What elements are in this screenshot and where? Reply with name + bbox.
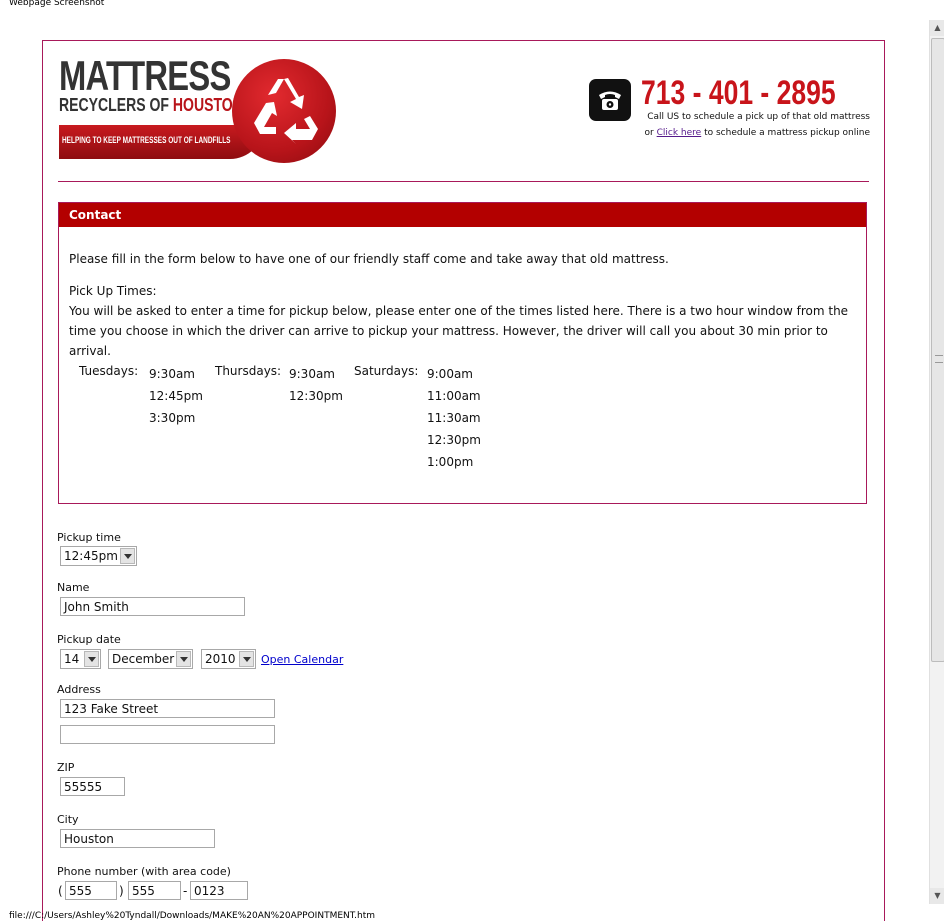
chevron-down-icon[interactable]: [120, 548, 135, 564]
phone-area-input[interactable]: 555: [65, 881, 117, 900]
chevron-down-icon[interactable]: [176, 651, 191, 667]
phone-open-paren: (: [58, 884, 63, 898]
vertical-scrollbar[interactable]: ▲ ▼: [929, 20, 944, 904]
pickup-day-value: 14: [64, 652, 80, 666]
recycle-icon: [232, 59, 336, 163]
schedule-day: Tuesdays:: [79, 364, 139, 378]
open-calendar-link[interactable]: Open Calendar: [261, 653, 343, 666]
or-text: or: [644, 128, 657, 138]
schedule-time: 9:30am: [149, 367, 195, 381]
pickup-date-label: Pickup date: [57, 633, 121, 646]
contact-panel: Contact Please fill in the form below to…: [58, 202, 867, 504]
phone-dash: -: [183, 884, 188, 898]
pickup-day-select[interactable]: 14: [60, 649, 101, 669]
schedule-time: 11:00am: [427, 389, 481, 403]
phone-label: Phone number (with area code): [57, 865, 231, 878]
pickup-month-value: December: [112, 652, 175, 666]
zip-label: ZIP: [57, 761, 75, 774]
zip-input[interactable]: 55555: [60, 777, 125, 796]
phone-line-input[interactable]: 0123: [190, 881, 248, 900]
click-here-link[interactable]: Click here: [657, 128, 702, 138]
phone-number: 713 - 401 - 2895: [641, 74, 836, 112]
schedule-day: Thursdays:: [215, 364, 282, 378]
window-title: Webpage Screenshot: [9, 0, 105, 8]
address-line1-input[interactable]: 123 Fake Street: [60, 699, 275, 718]
city-label: City: [57, 813, 79, 826]
call-text: Call US to schedule a pick up of that ol…: [647, 112, 870, 122]
telephone-icon: [589, 79, 631, 121]
schedule-time: 1:00pm: [427, 455, 474, 469]
scroll-down-arrow-icon[interactable]: ▼: [930, 888, 944, 904]
logo-tagline: HELPING TO KEEP MATTRESSES OUT OF LANDFI…: [62, 135, 231, 145]
address-label: Address: [57, 683, 101, 696]
online-text: to schedule a mattress pickup online: [701, 128, 870, 138]
pickup-time-label: Pickup time: [57, 531, 121, 544]
address-line2-input[interactable]: [60, 725, 275, 744]
pickup-times-description: You will be asked to enter a time for pi…: [69, 304, 849, 358]
pickup-time-value: 12:45pm: [64, 549, 118, 563]
schedule-time: 9:30am: [289, 367, 335, 381]
grip-icon: [935, 355, 943, 363]
name-label: Name: [57, 581, 90, 594]
schedule-times: 9:00am 11:00am 11:30am 12:30pm 1:00pm: [427, 363, 481, 473]
name-input[interactable]: John Smith: [60, 597, 245, 616]
online-schedule-text: or Click here to schedule a mattress pic…: [645, 128, 870, 138]
page-container: HELPING TO KEEP MATTRESSES OUT OF LANDFI…: [42, 40, 885, 921]
contact-heading: Contact: [59, 203, 866, 227]
pickup-times-section: Pick Up Times: You will be asked to ente…: [69, 281, 859, 361]
logo-banner: HELPING TO KEEP MATTRESSES OUT OF LANDFI…: [59, 125, 264, 159]
logo-title: MATTRESS: [59, 52, 231, 99]
company-logo: HELPING TO KEEP MATTRESSES OUT OF LANDFI…: [59, 55, 339, 165]
schedule-time: 3:30pm: [149, 411, 196, 425]
schedule-time: 9:00am: [427, 367, 473, 381]
phone-close-paren: ): [119, 884, 124, 898]
pickup-time-select[interactable]: 12:45pm: [60, 546, 137, 566]
scrollbar-thumb[interactable]: [931, 38, 944, 662]
schedule-times: 9:30am 12:45pm 3:30pm: [149, 363, 203, 429]
scroll-up-arrow-icon[interactable]: ▲: [930, 20, 944, 36]
city-input[interactable]: Houston: [60, 829, 215, 848]
pickup-times-title: Pick Up Times:: [69, 284, 157, 298]
pickup-year-value: 2010: [205, 652, 236, 666]
schedule-day: Saturdays:: [354, 364, 419, 378]
header-divider: [58, 181, 869, 182]
logo-subtitle: RECYCLERS OF HOUSTON: [59, 95, 243, 115]
pickup-month-select[interactable]: December: [108, 649, 193, 669]
contact-intro: Please fill in the form below to have on…: [69, 252, 669, 266]
phone-prefix-input[interactable]: 555: [128, 881, 181, 900]
schedule-times: 9:30am 12:30pm: [289, 363, 343, 407]
logo-subtitle-a: RECYCLERS OF: [59, 95, 173, 115]
schedule-time: 11:30am: [427, 411, 481, 425]
schedule-time: 12:45pm: [149, 389, 203, 403]
pickup-year-select[interactable]: 2010: [201, 649, 256, 669]
schedule-time: 12:30pm: [427, 433, 481, 447]
chevron-down-icon[interactable]: [239, 651, 254, 667]
status-bar-url: file:///C:/Users/Ashley%20Tyndall/Downlo…: [9, 911, 376, 921]
chevron-down-icon[interactable]: [84, 651, 99, 667]
schedule-time: 12:30pm: [289, 389, 343, 403]
